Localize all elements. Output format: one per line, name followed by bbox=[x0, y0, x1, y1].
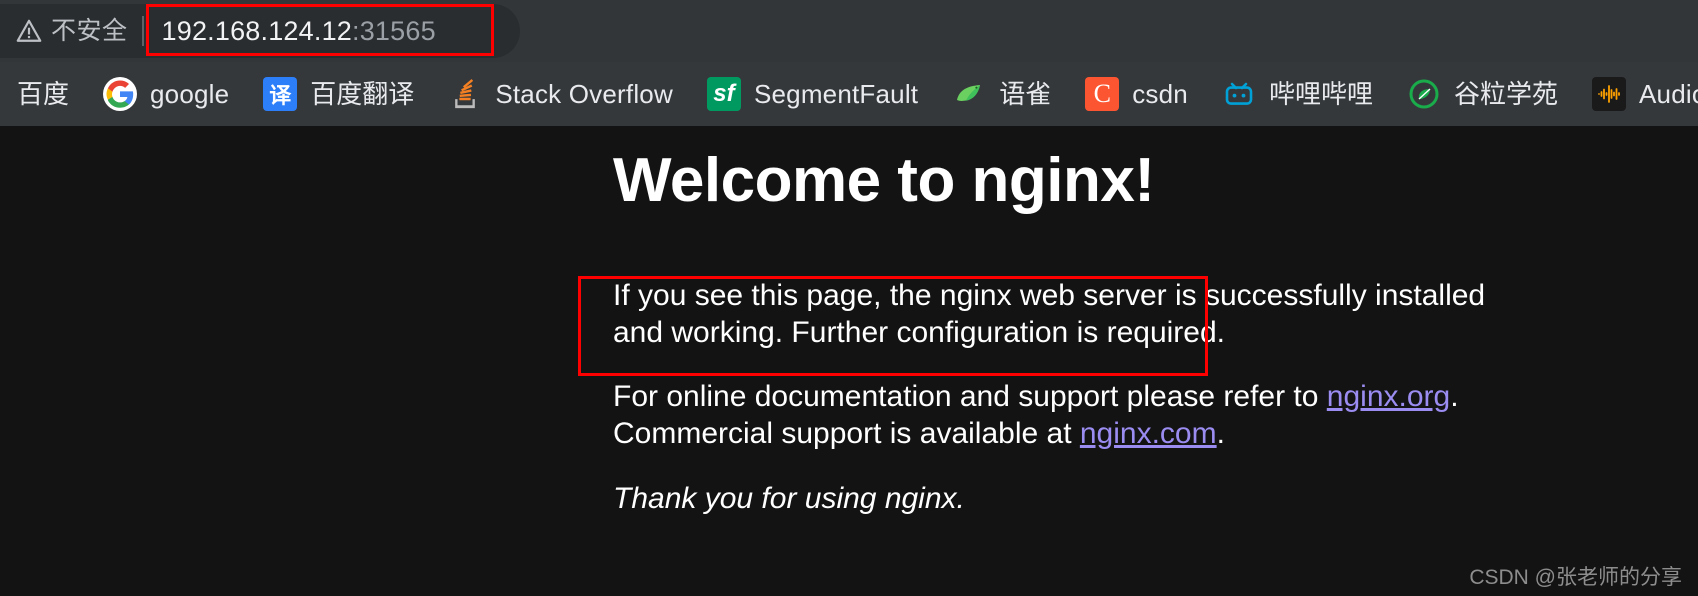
bilibili-icon bbox=[1222, 77, 1256, 111]
audiomack-icon bbox=[1592, 77, 1626, 111]
csdn-icon: C bbox=[1085, 77, 1120, 111]
bookmark-segmentfault[interactable]: sf SegmentFault bbox=[697, 72, 928, 116]
page-viewport: Welcome to nginx! If you see this page, … bbox=[0, 126, 1698, 596]
address-bar[interactable]: 不安全 192.168.124.12:31565 bbox=[0, 4, 520, 58]
bookmark-label: 语雀 bbox=[999, 79, 1052, 109]
segmentfault-icon: sf bbox=[706, 77, 741, 111]
support-text-post: . bbox=[1216, 416, 1225, 450]
baidu-icon bbox=[0, 77, 4, 111]
bookmark-label: google bbox=[150, 79, 230, 109]
omnibox-separator bbox=[141, 16, 144, 46]
omnibox-row: 不安全 192.168.124.12:31565 bbox=[0, 0, 1698, 62]
bookmark-label: csdn bbox=[1132, 79, 1188, 109]
bookmark-baidu[interactable]: 百度 bbox=[0, 72, 79, 116]
url-port: :31565 bbox=[352, 15, 436, 46]
page-title: Welcome to nginx! bbox=[613, 146, 1155, 215]
yuque-icon bbox=[952, 77, 986, 111]
security-status-chip[interactable]: 不安全 bbox=[16, 4, 128, 58]
nginx-org-link[interactable]: nginx.org bbox=[1327, 380, 1450, 413]
nginx-com-link[interactable]: nginx.com bbox=[1080, 417, 1217, 450]
bookmark-stack-overflow[interactable]: Stack Overflow bbox=[438, 72, 683, 116]
security-status-label: 不安全 bbox=[51, 16, 128, 45]
bookmark-baidu-fanyi[interactable]: 译 百度翻译 bbox=[253, 72, 424, 116]
warning-triangle-icon bbox=[16, 18, 42, 44]
url-host: 192.168.124.12 bbox=[161, 15, 352, 46]
url-text[interactable]: 192.168.124.12:31565 bbox=[161, 15, 436, 46]
bookmarks-bar: 百度 google 译 百度翻译 Stack Overflow sf Segme… bbox=[0, 62, 1698, 126]
bookmark-guli-xueyuan[interactable]: 谷粒学苑 bbox=[1397, 72, 1568, 116]
google-icon bbox=[103, 77, 138, 111]
bookmark-yuque[interactable]: 语雀 bbox=[942, 72, 1061, 116]
intro-paragraph: If you see this page, the nginx web serv… bbox=[613, 279, 1486, 349]
stackoverflow-icon bbox=[448, 77, 482, 111]
bookmark-label: Stack Overflow bbox=[495, 79, 673, 109]
bookmark-label: SegmentFault bbox=[753, 79, 919, 109]
bookmark-label: 哔哩哔哩 bbox=[1268, 79, 1373, 109]
guli-xueyuan-icon bbox=[1407, 77, 1441, 111]
support-paragraph: For online documentation and support ple… bbox=[613, 379, 1543, 453]
bookmark-label: 百度 bbox=[17, 79, 70, 109]
browser-chrome: 不安全 192.168.124.12:31565 百度 google 译 百度翻… bbox=[0, 0, 1698, 126]
csdn-watermark: CSDN @张老师的分享 bbox=[1469, 566, 1682, 589]
bookmark-label: 谷粒学苑 bbox=[1453, 79, 1558, 109]
bookmark-csdn[interactable]: C csdn bbox=[1075, 72, 1198, 116]
support-text-pre: For online documentation and support ple… bbox=[613, 380, 1327, 413]
baidu-fanyi-icon: 译 bbox=[263, 77, 298, 111]
thanks-paragraph: Thank you for using nginx. bbox=[613, 482, 965, 515]
bookmark-audiomack[interactable]: Audiomack bbox=[1582, 72, 1698, 116]
bookmark-google[interactable]: google bbox=[93, 72, 239, 116]
bookmark-bilibili[interactable]: 哔哩哔哩 bbox=[1212, 72, 1383, 116]
bookmark-label: 百度翻译 bbox=[310, 79, 415, 109]
bookmark-label: Audiomack bbox=[1639, 79, 1698, 109]
